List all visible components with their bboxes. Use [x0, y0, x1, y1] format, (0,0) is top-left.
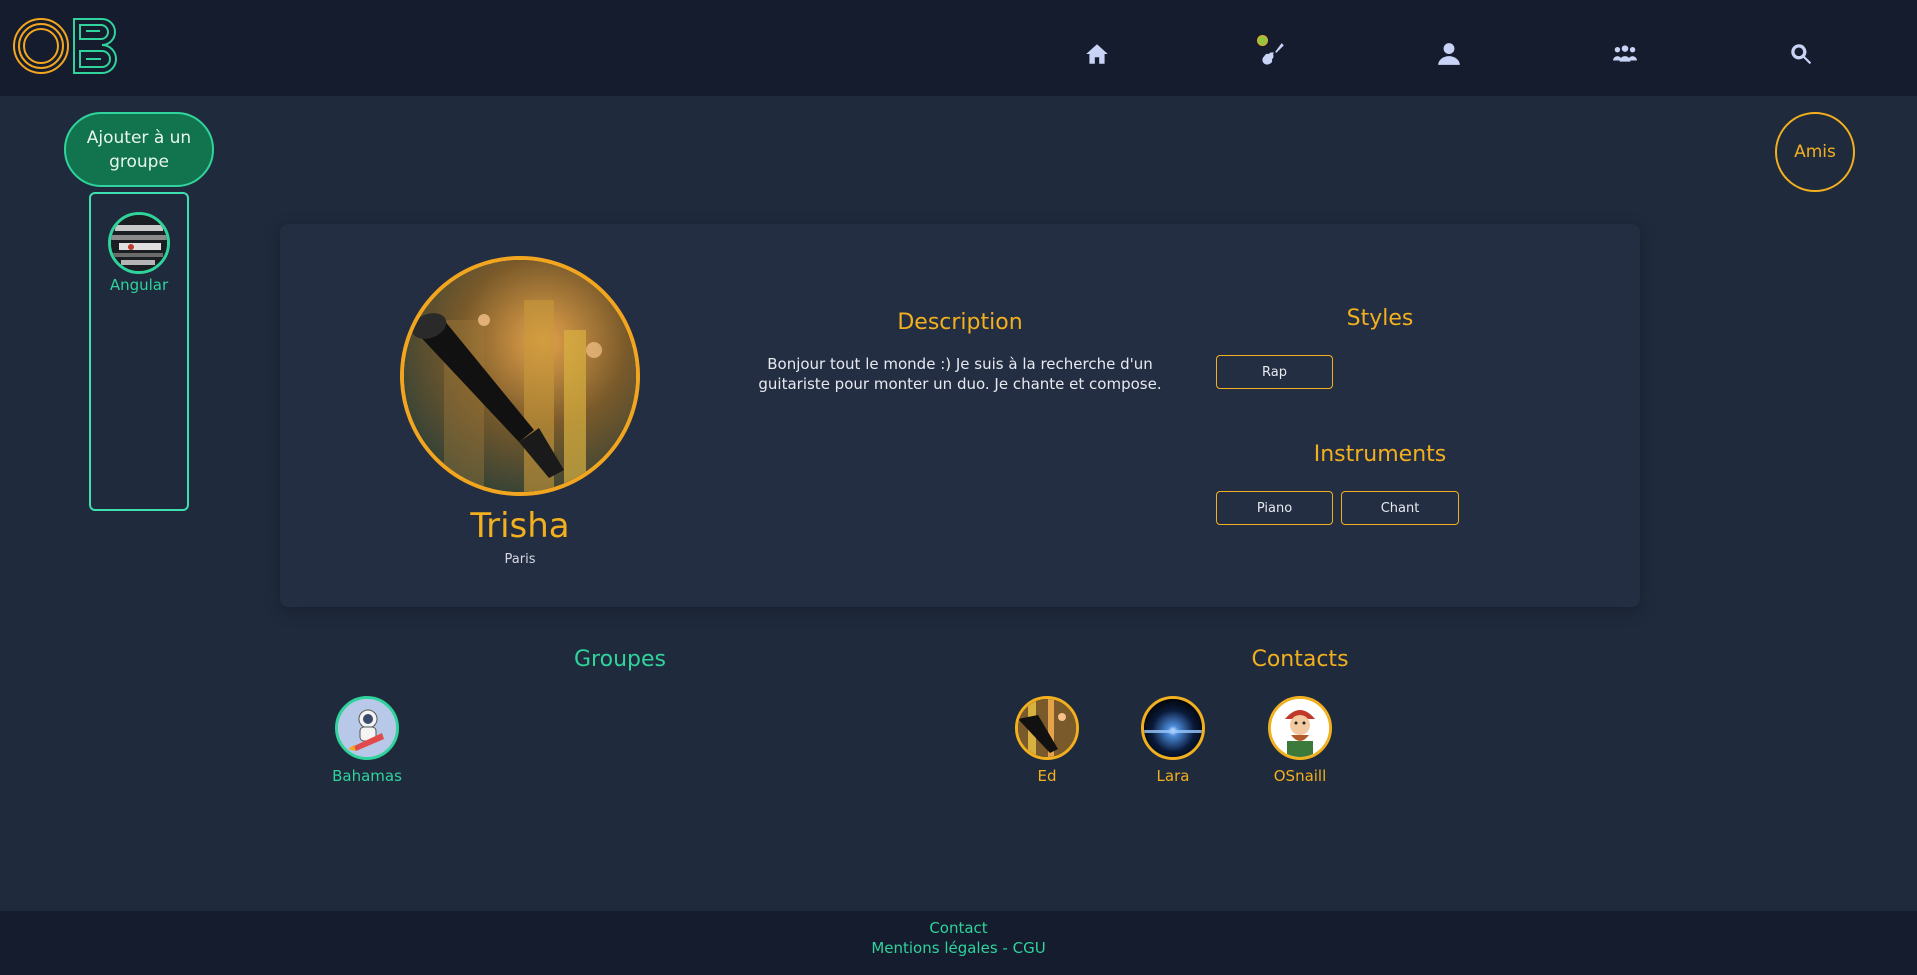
- ob-logo[interactable]: [12, 17, 126, 75]
- description-text: Bonjour tout le monde :) Je suis à la re…: [758, 355, 1162, 393]
- style-tag: Rap: [1216, 355, 1333, 389]
- description-title: Description: [897, 310, 1023, 335]
- styles-title: Styles: [1346, 306, 1414, 331]
- top-navigation-bar: [0, 0, 1917, 96]
- contact-label[interactable]: Ed: [987, 767, 1107, 785]
- profile-name: Trisha: [470, 506, 570, 546]
- contact-label[interactable]: OSnaill: [1240, 767, 1360, 785]
- footer-contact-link[interactable]: Contact: [0, 918, 1917, 938]
- contact-label[interactable]: Lara: [1113, 767, 1233, 785]
- user-icon[interactable]: [1435, 40, 1463, 68]
- contacts-section-title: Contacts: [1251, 647, 1349, 672]
- instruments-title: Instruments: [1313, 442, 1447, 467]
- search-icon[interactable]: [1787, 40, 1815, 68]
- contact-avatar-ed[interactable]: [1015, 696, 1079, 760]
- profile-photo: [400, 256, 640, 496]
- add-to-group-button[interactable]: Ajouter à un groupe: [64, 112, 214, 187]
- group-avatar-angular[interactable]: [108, 212, 170, 274]
- footer-legal-link[interactable]: Mentions légales - CGU: [0, 938, 1917, 958]
- profile-city: Paris: [504, 552, 536, 567]
- group-label[interactable]: Angular: [91, 276, 187, 294]
- users-icon[interactable]: [1611, 40, 1639, 68]
- notification-dot: [1258, 36, 1267, 45]
- friends-button[interactable]: Amis: [1775, 112, 1855, 192]
- home-icon[interactable]: [1083, 40, 1111, 68]
- instrument-tag: Chant: [1341, 491, 1459, 525]
- groups-section-title: Groupes: [574, 647, 666, 672]
- group-avatar-bahamas[interactable]: [335, 696, 399, 760]
- user-groups-panel: Angular: [89, 192, 189, 511]
- group-label[interactable]: Bahamas: [307, 767, 427, 785]
- instrument-tag: Piano: [1216, 491, 1333, 525]
- profile-card: Trisha Paris Description Bonjour tout le…: [280, 224, 1640, 607]
- contact-avatar-osnaill[interactable]: [1268, 696, 1332, 760]
- contact-avatar-lara[interactable]: [1141, 696, 1205, 760]
- footer: Contact Mentions légales - CGU: [0, 911, 1917, 975]
